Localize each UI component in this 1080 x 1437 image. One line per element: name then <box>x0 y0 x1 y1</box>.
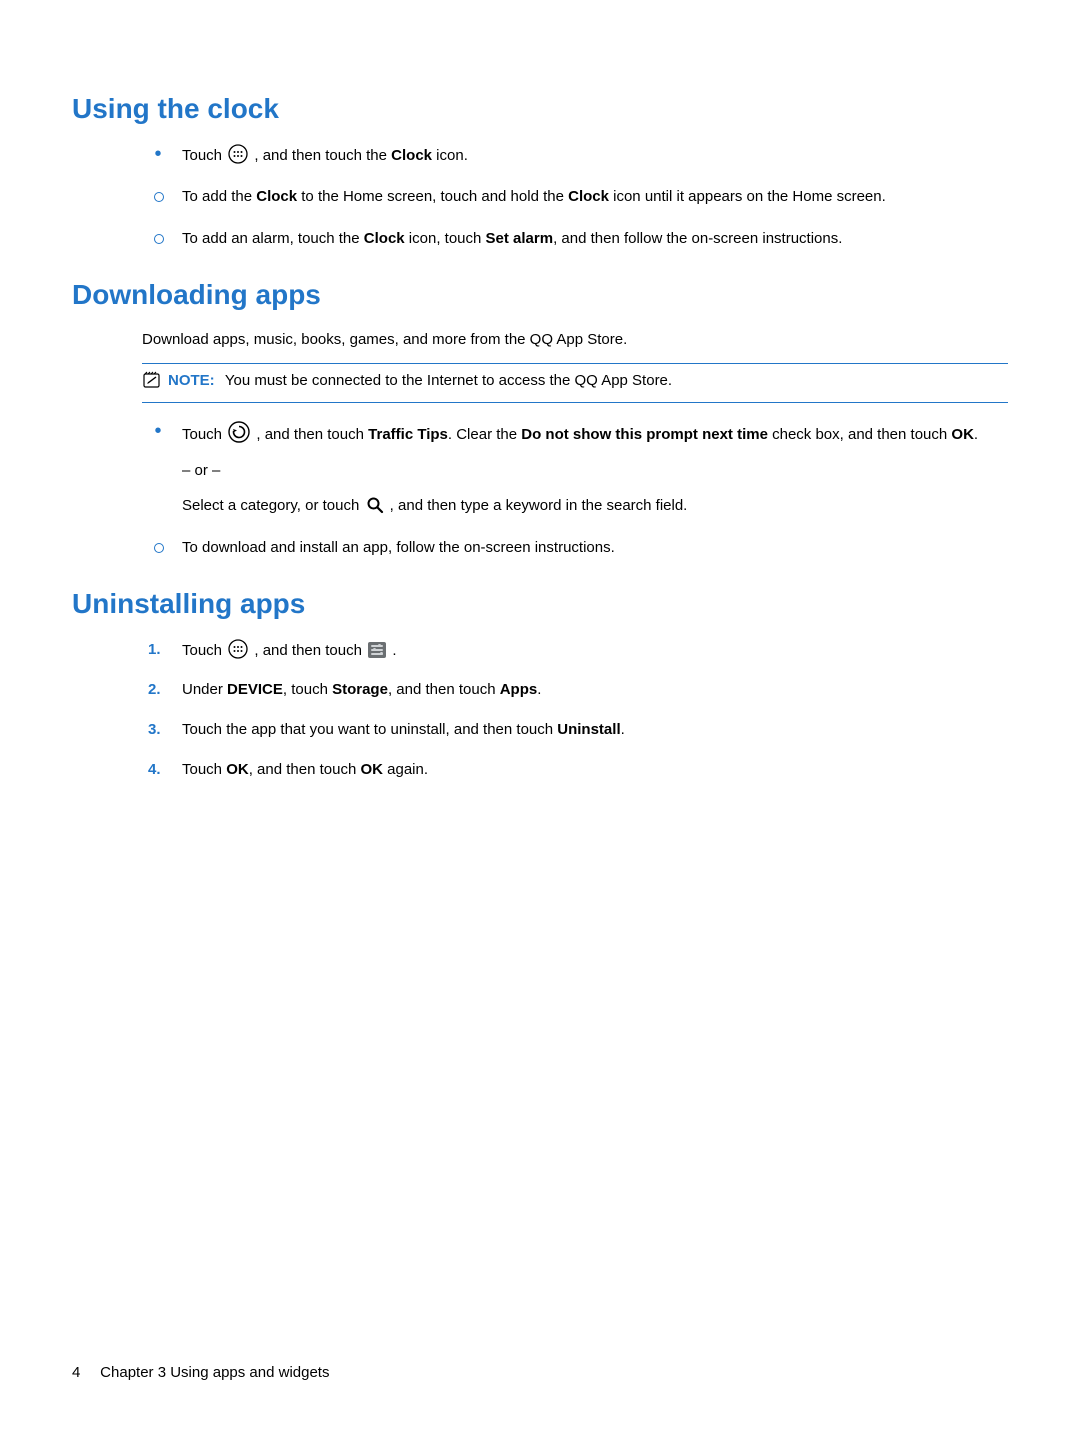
text: Touch the app that you want to uninstall… <box>182 721 625 738</box>
list-item: 4. Touch OK, and then touch OK again. <box>72 759 1008 781</box>
step-number: 1. <box>148 639 161 661</box>
or-separator: – or – <box>182 460 1008 482</box>
text: Touch <box>182 426 226 443</box>
list-item: • Touch , and then touch the Clock icon. <box>72 144 1008 167</box>
page-footer: 4 Chapter 3 Using apps and widgets <box>72 1364 329 1381</box>
apps-icon <box>228 144 248 164</box>
text: Under DEVICE, touch Storage, and then to… <box>182 681 541 698</box>
search-icon <box>366 496 384 514</box>
note-text: You must be connected to the Internet to… <box>225 372 672 389</box>
list-item: 1. Touch , and then touch . <box>72 639 1008 662</box>
list-item: • Touch , and then touch Traffic Tips. C… <box>72 421 1008 517</box>
note-label: NOTE: <box>168 372 215 389</box>
heading-downloading-apps: Downloading apps <box>72 278 1008 312</box>
step-number: 2. <box>148 679 161 701</box>
settings-icon <box>368 642 386 658</box>
heading-uninstalling-apps: Uninstalling apps <box>72 587 1008 621</box>
step-number: 3. <box>148 719 161 741</box>
bullet-icon <box>154 543 164 553</box>
document-page: Using the clock • Touch , and then touch… <box>0 0 1080 1437</box>
heading-using-clock: Using the clock <box>72 92 1008 126</box>
text: To download and install an app, follow t… <box>182 539 615 556</box>
text: Touch <box>182 642 226 659</box>
text: , and then touch the Clock icon. <box>254 147 468 164</box>
step-number: 4. <box>148 759 161 781</box>
downloading-list: • Touch , and then touch Traffic Tips. C… <box>72 421 1008 559</box>
apps-icon <box>228 639 248 659</box>
bullet-icon: • <box>148 424 168 438</box>
note-icon <box>142 371 162 396</box>
text: , and then type a keyword in the search … <box>390 497 688 514</box>
list-item: To add the Clock to the Home screen, tou… <box>72 186 1008 208</box>
list-item: 3. Touch the app that you want to uninst… <box>72 719 1008 741</box>
bullet-icon <box>154 234 164 244</box>
search-line: Select a category, or touch , and then t… <box>182 495 1008 517</box>
page-number: 4 <box>72 1364 96 1381</box>
text: Touch OK, and then touch OK again. <box>182 761 428 778</box>
uninstall-steps: 1. Touch , and then touch . 2. Under DEV… <box>72 639 1008 781</box>
list-item: To add an alarm, touch the Clock icon, t… <box>72 228 1008 250</box>
downloading-intro: Download apps, music, books, games, and … <box>142 329 1008 351</box>
text: Select a category, or touch <box>182 497 359 514</box>
bullet-icon <box>154 192 164 202</box>
bullet-icon: • <box>148 147 168 161</box>
chapter-title: Chapter 3 Using apps and widgets <box>100 1364 329 1381</box>
list-item: To download and install an app, follow t… <box>72 537 1008 559</box>
text: Touch <box>182 147 226 164</box>
clock-list: • Touch , and then touch the Clock icon.… <box>72 144 1008 250</box>
text: To add an alarm, touch the Clock icon, t… <box>182 230 842 247</box>
text: . <box>392 642 396 659</box>
text: , and then touch Traffic Tips. Clear the… <box>256 426 978 443</box>
text: , and then touch <box>254 642 366 659</box>
list-item: 2. Under DEVICE, touch Storage, and then… <box>72 679 1008 701</box>
text: To add the Clock to the Home screen, tou… <box>182 188 886 205</box>
refresh-circle-icon <box>228 421 250 443</box>
note-callout: NOTE: You must be connected to the Inter… <box>142 363 1008 403</box>
